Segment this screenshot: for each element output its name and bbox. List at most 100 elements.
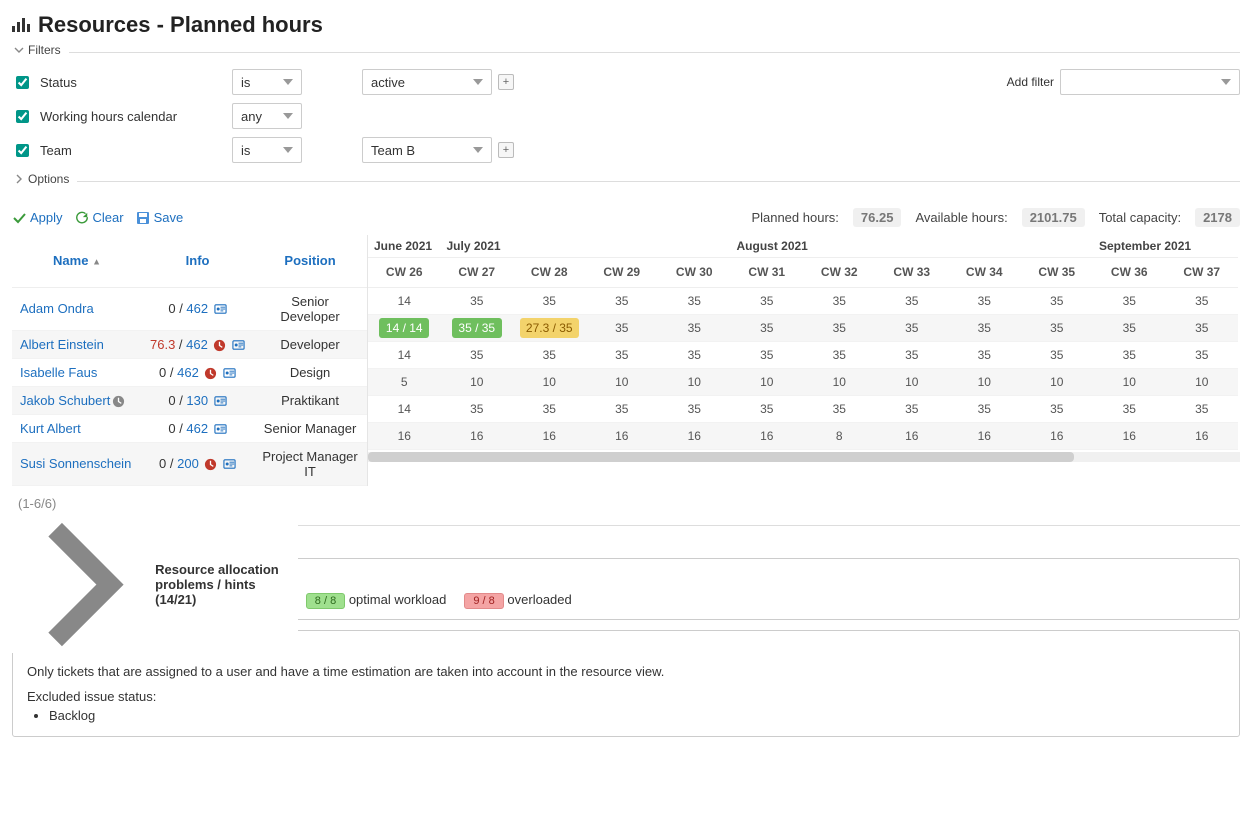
week-cell[interactable]: 35 <box>1166 341 1239 368</box>
capacity-link[interactable]: 130 <box>186 393 208 408</box>
options-legend[interactable]: Options <box>12 172 77 186</box>
resource-link[interactable]: Susi Sonnenschein <box>20 456 131 471</box>
week-cell[interactable]: 10 <box>948 368 1021 395</box>
week-cell[interactable]: 10 <box>876 368 949 395</box>
week-cell[interactable]: 10 <box>658 368 731 395</box>
filter-operator-select[interactable]: any <box>232 103 302 129</box>
week-cell[interactable]: 10 <box>441 368 514 395</box>
week-cell[interactable]: 35 <box>876 314 949 341</box>
week-cell[interactable]: 35 <box>803 395 876 422</box>
week-cell[interactable]: 16 <box>586 422 659 449</box>
week-cell[interactable]: 8 <box>803 422 876 449</box>
capacity-link[interactable]: 462 <box>177 365 199 380</box>
capacity-link[interactable]: 200 <box>177 456 199 471</box>
week-cell[interactable]: 35 <box>876 341 949 368</box>
week-cell[interactable]: 16 <box>1093 422 1166 449</box>
week-header[interactable]: CW 36 <box>1093 257 1166 287</box>
week-cell[interactable]: 35 <box>948 287 1021 314</box>
week-cell[interactable]: 35 <box>586 395 659 422</box>
resource-link[interactable]: Albert Einstein <box>20 337 104 352</box>
week-cell[interactable]: 35 <box>1093 314 1166 341</box>
week-cell[interactable]: 14 <box>368 287 441 314</box>
save-button[interactable]: Save <box>136 210 184 225</box>
add-filter-select[interactable] <box>1060 69 1240 95</box>
week-cell[interactable]: 35 <box>948 395 1021 422</box>
filter-operator-select[interactable]: is <box>232 69 302 95</box>
id-card-icon[interactable] <box>223 458 236 471</box>
id-card-icon[interactable] <box>232 339 245 352</box>
week-cell[interactable]: 16 <box>731 422 804 449</box>
col-name[interactable]: Name ▲ <box>12 235 142 287</box>
week-cell[interactable]: 10 <box>513 368 586 395</box>
week-cell[interactable]: 16 <box>948 422 1021 449</box>
filter-value-select[interactable]: active <box>362 69 492 95</box>
week-header[interactable]: CW 26 <box>368 257 441 287</box>
add-value-button[interactable]: + <box>498 74 514 90</box>
capacity-link[interactable]: 462 <box>186 421 208 436</box>
week-cell[interactable]: 35 <box>586 341 659 368</box>
week-cell[interactable]: 5 <box>368 368 441 395</box>
week-cell[interactable]: 35 <box>948 341 1021 368</box>
week-cell[interactable]: 35 <box>731 341 804 368</box>
week-cell[interactable]: 16 <box>368 422 441 449</box>
week-cell[interactable]: 35 <box>1166 287 1239 314</box>
week-cell[interactable]: 16 <box>1166 422 1239 449</box>
week-cell[interactable]: 35 <box>731 314 804 341</box>
week-cell[interactable]: 35 <box>876 395 949 422</box>
week-cell[interactable]: 35 <box>1021 287 1094 314</box>
week-cell[interactable]: 16 <box>441 422 514 449</box>
week-header[interactable]: CW 34 <box>948 257 1021 287</box>
week-cell[interactable]: 35 <box>1021 341 1094 368</box>
week-cell[interactable]: 35 <box>658 395 731 422</box>
week-cell[interactable]: 35 <box>586 314 659 341</box>
resource-link[interactable]: Isabelle Faus <box>20 365 97 380</box>
week-cell[interactable]: 10 <box>1166 368 1239 395</box>
week-cell[interactable]: 14 <box>368 395 441 422</box>
resource-link[interactable]: Jakob Schubert <box>20 393 110 408</box>
week-cell[interactable]: 14 / 14 <box>368 314 441 341</box>
week-cell[interactable]: 35 <box>1093 287 1166 314</box>
week-header[interactable]: CW 33 <box>876 257 949 287</box>
apply-button[interactable]: Apply <box>12 210 63 225</box>
week-cell[interactable]: 35 <box>441 395 514 422</box>
filter-checkbox[interactable] <box>16 144 29 157</box>
week-cell[interactable]: 35 <box>731 395 804 422</box>
week-cell[interactable]: 35 <box>658 341 731 368</box>
week-cell[interactable]: 16 <box>1021 422 1094 449</box>
week-header[interactable]: CW 29 <box>586 257 659 287</box>
id-card-icon[interactable] <box>214 423 227 436</box>
week-cell[interactable]: 10 <box>731 368 804 395</box>
hints-legend[interactable]: Resource allocation problems / hints (14… <box>12 516 298 653</box>
week-cell[interactable]: 35 <box>1166 314 1239 341</box>
capacity-link[interactable]: 462 <box>186 337 208 352</box>
week-cell[interactable]: 16 <box>876 422 949 449</box>
week-cell[interactable]: 14 <box>368 341 441 368</box>
id-card-icon[interactable] <box>223 367 236 380</box>
week-header[interactable]: CW 35 <box>1021 257 1094 287</box>
week-cell[interactable]: 35 <box>1093 395 1166 422</box>
week-cell[interactable]: 35 <box>803 287 876 314</box>
week-cell[interactable]: 35 <box>441 341 514 368</box>
week-cell[interactable]: 10 <box>1093 368 1166 395</box>
col-position[interactable]: Position <box>253 235 367 287</box>
week-cell[interactable]: 35 <box>1093 341 1166 368</box>
week-cell[interactable]: 35 <box>803 314 876 341</box>
filter-checkbox[interactable] <box>16 76 29 89</box>
week-cell[interactable]: 35 <box>876 287 949 314</box>
week-cell[interactable]: 35 <box>731 287 804 314</box>
week-cell[interactable]: 35 <box>1166 395 1239 422</box>
week-header[interactable]: CW 32 <box>803 257 876 287</box>
week-cell[interactable]: 35 <box>513 287 586 314</box>
week-cell[interactable]: 35 <box>441 287 514 314</box>
week-cell[interactable]: 35 <box>513 341 586 368</box>
resource-link[interactable]: Adam Ondra <box>20 301 94 316</box>
week-cell[interactable]: 35 <box>803 341 876 368</box>
week-header[interactable]: CW 31 <box>731 257 804 287</box>
clear-button[interactable]: Clear <box>75 210 124 225</box>
id-card-icon[interactable] <box>214 303 227 316</box>
week-cell[interactable]: 35 <box>948 314 1021 341</box>
week-cell[interactable]: 35 <box>1021 314 1094 341</box>
col-info[interactable]: Info <box>142 235 253 287</box>
filter-checkbox[interactable] <box>16 110 29 123</box>
week-cell[interactable]: 16 <box>513 422 586 449</box>
